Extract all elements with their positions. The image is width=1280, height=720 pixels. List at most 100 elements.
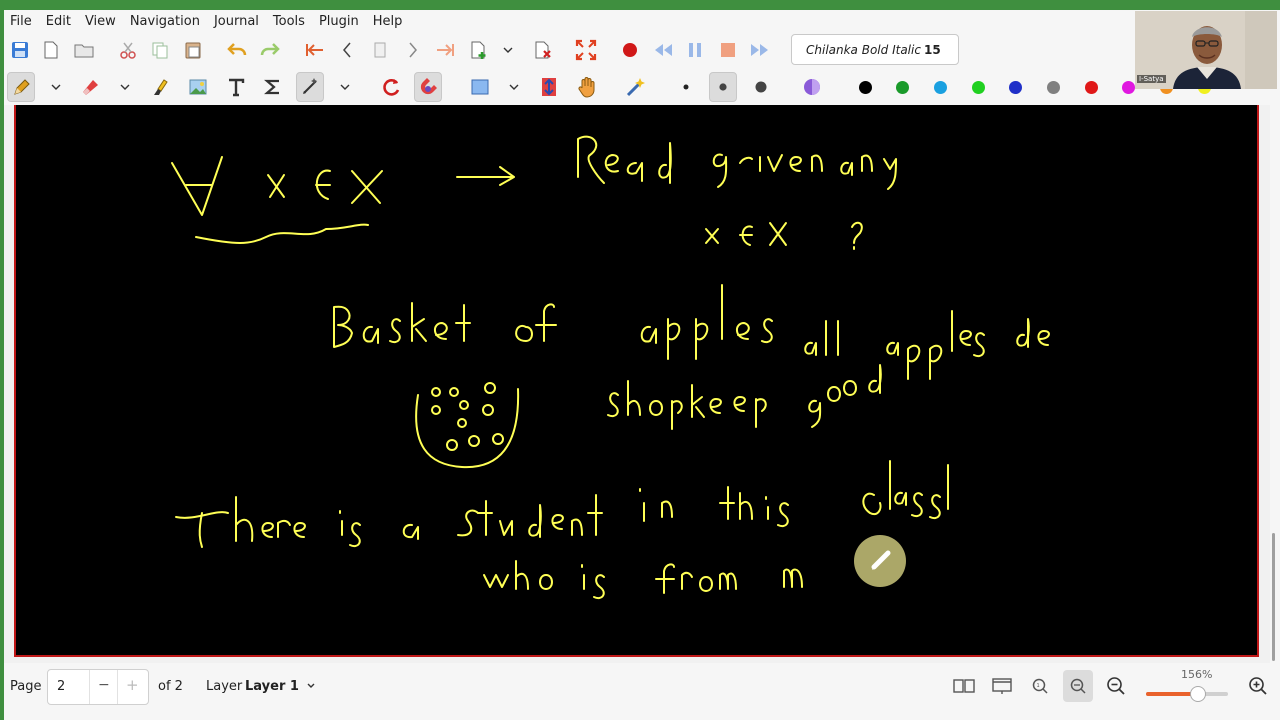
open-icon (74, 44, 94, 58)
vertical-space-button[interactable] (535, 72, 563, 102)
menu-navigation[interactable]: Navigation (124, 14, 206, 29)
drawing-page[interactable] (14, 105, 1259, 657)
pause-button[interactable] (681, 35, 709, 65)
two-page-view-button[interactable] (949, 670, 979, 702)
vertical-scrollbar-thumb[interactable] (1272, 533, 1275, 661)
page-decrement-button[interactable]: − (98, 677, 110, 693)
menu-tools[interactable]: Tools (267, 14, 311, 29)
page-number-spinner[interactable]: 2 − + (47, 669, 149, 705)
zoom-fit-button[interactable] (1063, 670, 1093, 702)
redo-button[interactable] (256, 35, 284, 65)
window-frame-top (0, 0, 1280, 10)
color-swatch-button[interactable] (1040, 72, 1068, 102)
open-button[interactable] (70, 35, 98, 65)
eraser-dropdown[interactable] (117, 72, 133, 102)
highlighter-tool-button[interactable] (146, 72, 174, 102)
color-swatch-button[interactable] (889, 72, 917, 102)
next-page-button[interactable] (399, 35, 427, 65)
color-swatch-button[interactable] (964, 72, 992, 102)
math-tool-button[interactable] (259, 72, 287, 102)
record-button[interactable] (616, 35, 644, 65)
chevron-down-icon (509, 84, 519, 90)
pen-dropdown[interactable] (48, 72, 64, 102)
new-page-icon (44, 41, 58, 59)
page-number-input[interactable]: 2 (57, 679, 65, 694)
cut-icon (120, 42, 136, 59)
eraser-tool-button[interactable] (76, 72, 104, 102)
handwriting-x-in-X-question (705, 221, 863, 250)
menu-edit[interactable]: Edit (40, 14, 77, 29)
last-page-button[interactable] (431, 35, 459, 65)
medium-size-button[interactable] (709, 72, 737, 102)
hand-tool-button[interactable] (573, 72, 601, 102)
add-page-icon (471, 41, 486, 59)
menu-journal[interactable]: Journal (208, 14, 265, 29)
menu-view[interactable]: View (79, 14, 122, 29)
handwriting-there-is-a-student (175, 460, 949, 548)
copy-button[interactable] (146, 35, 174, 65)
first-page-button[interactable] (301, 35, 329, 65)
fast-forward-icon (751, 44, 768, 56)
vertical-scrollbar[interactable] (1271, 105, 1277, 661)
rewind-icon (655, 44, 672, 56)
add-page-button[interactable] (465, 35, 493, 65)
zoom-in-icon (1249, 677, 1267, 695)
shape-dropdown[interactable] (506, 72, 522, 102)
snap-button[interactable] (414, 72, 442, 102)
rewind-button[interactable] (649, 35, 677, 65)
handwriting-forall-x-in-X (171, 156, 515, 244)
color-swatch-button[interactable] (851, 72, 879, 102)
color-swatch-button[interactable] (1002, 72, 1030, 102)
handwritten-notes (171, 135, 1050, 599)
zoom-slider-handle[interactable] (1189, 686, 1206, 702)
pen-tool-button[interactable] (7, 72, 35, 102)
add-page-dropdown[interactable] (500, 35, 516, 65)
save-button[interactable] (6, 35, 34, 65)
fine-size-button[interactable] (672, 72, 700, 102)
zoom-100-button[interactable]: 1 (1025, 670, 1055, 702)
menu-file[interactable]: File (4, 14, 38, 29)
zoom-slider[interactable] (1146, 686, 1228, 702)
delete-page-button[interactable] (529, 35, 557, 65)
color-dot-icon (1122, 80, 1136, 94)
previous-page-button[interactable] (333, 35, 361, 65)
font-size: 15 (924, 42, 941, 57)
zoom-out-button[interactable] (1101, 670, 1131, 702)
medium-dot-icon (719, 83, 727, 91)
cut-button[interactable] (114, 35, 142, 65)
fullscreen-button[interactable] (572, 35, 600, 65)
zoom-fit-icon (1070, 678, 1086, 694)
font-selector[interactable]: Chilanka Bold Italic 15 (791, 34, 959, 65)
stop-button[interactable] (714, 35, 742, 65)
undo-button[interactable] (223, 35, 251, 65)
undo-stroke-button[interactable] (378, 72, 406, 102)
fast-forward-button[interactable] (746, 35, 774, 65)
color-picker-button[interactable] (798, 72, 826, 102)
menu-help[interactable]: Help (367, 14, 409, 29)
presentation-mode-button[interactable] (987, 670, 1017, 702)
paste-icon (185, 42, 201, 59)
rectangle-tool-button[interactable] (466, 72, 494, 102)
thick-size-button[interactable] (747, 72, 775, 102)
select-dropdown[interactable] (337, 72, 353, 102)
magic-wand-button[interactable] (622, 72, 650, 102)
select-tool-button[interactable] (296, 72, 324, 102)
color-dot-icon (858, 80, 872, 94)
layer-select[interactable]: Layer 1 (245, 679, 299, 694)
layer-dropdown[interactable] (306, 679, 316, 694)
color-swatch-button[interactable] (926, 72, 954, 102)
image-tool-button[interactable] (184, 72, 212, 102)
zoom-in-button[interactable] (1243, 670, 1273, 702)
status-bar: Page 2 − + of 2 Layer Layer 1 1 156% (4, 664, 1280, 712)
zoom-100-icon: 1 (1032, 678, 1048, 694)
menu-plugin[interactable]: Plugin (313, 14, 365, 29)
two-pages-icon (953, 679, 975, 693)
color-swatch-button[interactable] (1077, 72, 1105, 102)
color-dot-icon (933, 80, 947, 94)
goto-page-button[interactable] (366, 35, 394, 65)
text-tool-button[interactable] (222, 72, 250, 102)
eraser-icon (83, 80, 98, 95)
paste-button[interactable] (179, 35, 207, 65)
new-page-button[interactable] (37, 35, 65, 65)
page-increment-button[interactable]: + (126, 676, 139, 694)
